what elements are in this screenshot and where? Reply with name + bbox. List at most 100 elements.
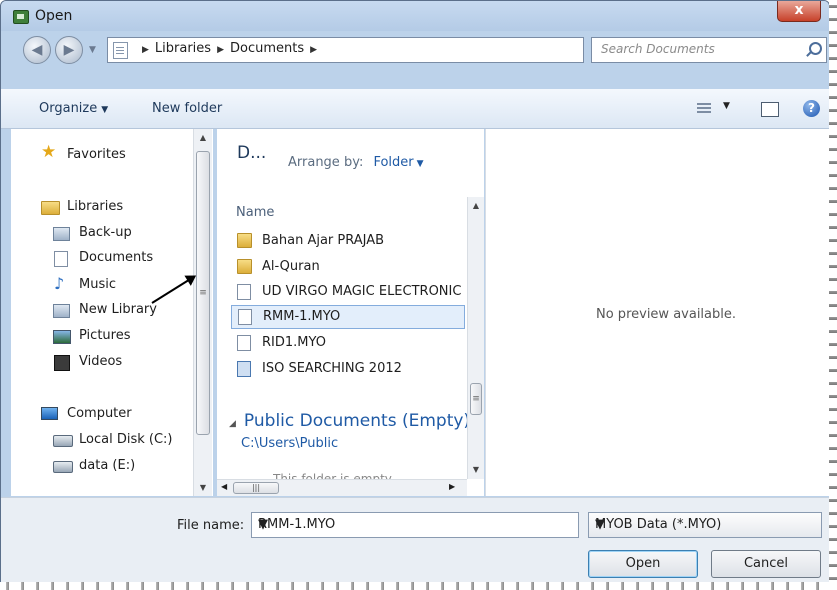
drive-icon bbox=[53, 461, 73, 473]
back-arrow-icon: ◀ bbox=[31, 42, 43, 58]
file-name: RID1.MYO bbox=[262, 335, 326, 350]
help-icon[interactable]: ? bbox=[803, 100, 820, 117]
file-name-label: File name: bbox=[177, 518, 245, 533]
cancel-button[interactable]: Cancel bbox=[711, 550, 821, 578]
star-icon: ★ bbox=[41, 142, 57, 162]
back-button[interactable]: ◀ bbox=[23, 36, 51, 64]
change-view-icon[interactable] bbox=[697, 103, 711, 114]
computer-icon bbox=[41, 407, 58, 420]
list-item-selected[interactable]: RMM-1.MYO bbox=[231, 305, 465, 329]
file-list: D... Arrange by: Folder ▼ Name Bahan Ajar… bbox=[217, 129, 484, 496]
file-type-select[interactable]: MYOB Data (*.MYO) ▼ bbox=[588, 512, 822, 538]
file-list-scrollbar[interactable]: ▲ ≡ ▼ bbox=[467, 197, 484, 479]
breadcrumb-separator-icon: ▶ bbox=[142, 45, 149, 55]
file-name: RMM-1.MYO bbox=[263, 309, 341, 324]
forward-button[interactable]: ▶ bbox=[55, 36, 83, 64]
file-name-field[interactable]: RMM-1.MYO ▼ bbox=[251, 512, 579, 538]
dialog-app-icon bbox=[13, 10, 29, 24]
sidebar-item-label: Back-up bbox=[79, 225, 132, 240]
column-header-name[interactable]: Name bbox=[236, 205, 274, 220]
list-item[interactable]: RID1.MYO bbox=[231, 332, 467, 354]
breadcrumb-documents[interactable]: Documents bbox=[230, 41, 304, 56]
scroll-down-icon[interactable]: ▼ bbox=[194, 481, 212, 495]
folder-icon bbox=[237, 233, 252, 248]
forward-arrow-icon: ▶ bbox=[63, 42, 75, 58]
file-list-scroll-thumb[interactable]: ≡ bbox=[470, 383, 482, 415]
navigation-pane: ★ Favorites Libraries Back-up Documents … bbox=[11, 129, 213, 496]
search-input[interactable]: Search Documents bbox=[591, 37, 827, 63]
chevron-down-icon[interactable]: ▼ bbox=[258, 517, 568, 532]
breadcrumb: ▶ Libraries ▶ Documents ▶ bbox=[136, 41, 323, 56]
command-bar: Organize ▼ New folder ▼ ? bbox=[1, 89, 829, 129]
nav-scroll-thumb[interactable]: ≡ bbox=[196, 151, 210, 435]
preview-pane-icon[interactable] bbox=[761, 102, 779, 117]
sidebar-item-label: Pictures bbox=[79, 328, 131, 343]
window-title: Open bbox=[35, 8, 73, 24]
list-item[interactable]: Al-Quran bbox=[231, 256, 467, 278]
breadcrumb-separator-icon[interactable]: ▶ bbox=[310, 45, 317, 55]
recent-pages-dropdown[interactable]: ▼ bbox=[89, 45, 96, 55]
section-note: This folder is empty. bbox=[273, 472, 394, 479]
grip-icon: ||| bbox=[251, 483, 261, 492]
sidebar-item-label: Local Disk (C:) bbox=[79, 432, 173, 447]
sidebar-item-label: Libraries bbox=[67, 199, 124, 214]
new-folder-button[interactable]: New folder bbox=[152, 101, 222, 116]
address-bar[interactable]: ▶Libraries▶Documents▶ ▼ ⇆ bbox=[107, 37, 674, 63]
view-dropdown-icon[interactable]: ▼ bbox=[723, 101, 730, 111]
sidebar-item-label: Favorites bbox=[67, 147, 126, 162]
organize-button[interactable]: Organize ▼ bbox=[39, 101, 108, 116]
scroll-down-icon[interactable]: ▼ bbox=[468, 463, 484, 477]
scroll-left-icon[interactable]: ◀ bbox=[221, 482, 227, 491]
file-name: UD VIRGO MAGIC ELECTRONIC bbox=[262, 284, 462, 299]
search-placeholder: Search Documents bbox=[601, 42, 715, 56]
breadcrumb-separator-icon: ▶ bbox=[217, 45, 224, 55]
sidebar-item-label: Computer bbox=[67, 406, 132, 421]
documents-icon bbox=[54, 251, 68, 267]
search-icon[interactable] bbox=[809, 42, 822, 55]
chevron-down-icon[interactable]: ▼ bbox=[595, 517, 811, 532]
preview-pane: No preview available. bbox=[485, 129, 829, 496]
list-item[interactable]: Bahan Ajar PRAJAB bbox=[231, 230, 467, 252]
scroll-up-icon[interactable]: ▲ bbox=[468, 199, 484, 213]
sidebar-item-label: Music bbox=[79, 277, 116, 292]
library-title: D... bbox=[237, 143, 267, 163]
sidebar-item-label: New Library bbox=[79, 302, 157, 317]
torn-edge-bottom bbox=[0, 582, 837, 590]
file-name: Bahan Ajar PRAJAB bbox=[262, 233, 385, 248]
list-item[interactable]: ISO SEARCHING 2012 bbox=[231, 358, 467, 380]
file-icon bbox=[238, 309, 252, 325]
folder-icon bbox=[237, 259, 252, 274]
arrange-by: Arrange by: Folder ▼ bbox=[288, 155, 424, 170]
sidebar-item-label: Documents bbox=[79, 250, 154, 265]
arrange-by-value[interactable]: Folder bbox=[373, 155, 413, 170]
grip-icon: ≡ bbox=[472, 394, 480, 404]
open-dialog: Open x ◀ ▶ ▼ ▶Libraries▶Documents▶ ▼ ⇆ S… bbox=[0, 0, 830, 588]
close-button[interactable]: x bbox=[777, 1, 821, 22]
nav-scrollbar[interactable]: ▲ ≡ ▼ bbox=[193, 129, 212, 496]
library-icon bbox=[53, 227, 70, 241]
scroll-up-icon[interactable]: ▲ bbox=[194, 131, 212, 145]
open-button[interactable]: Open bbox=[588, 550, 698, 578]
section-title: Public Documents (Empty) bbox=[243, 411, 471, 431]
collapse-icon[interactable]: ◢ bbox=[229, 419, 236, 429]
torn-edge-right bbox=[829, 0, 837, 590]
horizontal-scrollbar[interactable]: ◀ ||| ▶ bbox=[217, 479, 467, 496]
section-public-documents[interactable]: ◢ Public Documents (Empty) bbox=[229, 411, 470, 431]
pictures-icon bbox=[53, 330, 71, 344]
breadcrumb-libraries[interactable]: Libraries bbox=[155, 41, 211, 56]
chevron-down-icon[interactable]: ▼ bbox=[417, 159, 424, 169]
file-name: Al-Quran bbox=[262, 259, 320, 274]
title-bar[interactable]: Open x bbox=[1, 1, 829, 31]
section-path: C:\Users\Public bbox=[241, 436, 339, 451]
file-icon bbox=[237, 284, 251, 300]
disk-icon bbox=[53, 435, 73, 447]
horizontal-scroll-thumb[interactable]: ||| bbox=[233, 482, 279, 494]
library-icon bbox=[53, 304, 70, 318]
file-icon bbox=[237, 335, 251, 351]
file-name: ISO SEARCHING 2012 bbox=[262, 361, 402, 376]
sidebar-item-label: Videos bbox=[79, 354, 123, 369]
preview-message: No preview available. bbox=[596, 307, 736, 322]
scroll-right-icon[interactable]: ▶ bbox=[449, 482, 455, 491]
dialog-footer: File name: RMM-1.MYO ▼ MYOB Data (*.MYO)… bbox=[1, 497, 829, 587]
list-item[interactable]: UD VIRGO MAGIC ELECTRONIC bbox=[231, 281, 467, 303]
